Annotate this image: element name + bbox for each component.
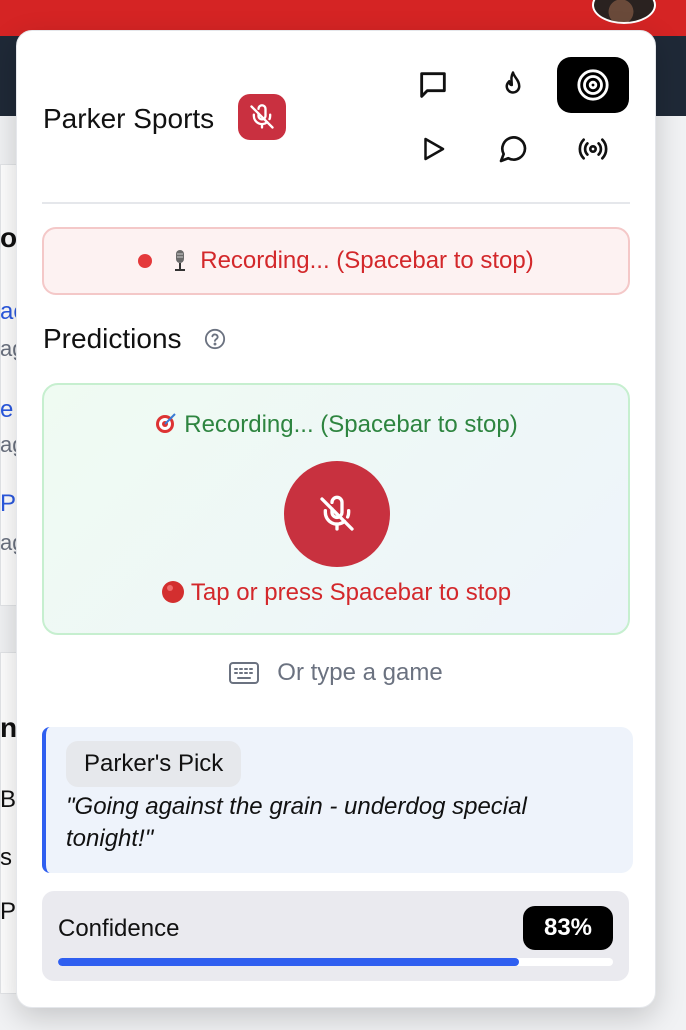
stop-hint-text: Tap or press Spacebar to stop <box>190 579 512 606</box>
broadcast-icon <box>578 138 608 160</box>
pick-quote: "Going against the grain - underdog spec… <box>66 793 527 852</box>
chat-button[interactable] <box>397 57 469 113</box>
confidence-card: Confidence 83% <box>42 891 629 981</box>
background-heading: o <box>0 222 18 253</box>
confidence-label: Confidence <box>58 915 180 942</box>
section-title: Predictions <box>43 323 182 354</box>
keyboard-icon <box>229 662 260 684</box>
header-divider <box>42 202 630 204</box>
dart-target-icon <box>156 413 176 433</box>
pick-card: Parker's Pick "Going against the grain -… <box>42 727 633 873</box>
type-game-button[interactable]: Or type a game <box>17 659 655 687</box>
target-icon <box>577 69 609 101</box>
voice-input-card: Recording... (Spacebar to stop) Tap or p… <box>42 383 630 635</box>
live-button[interactable] <box>557 121 629 177</box>
recording-banner-text: Recording... (Spacebar to stop) <box>200 247 534 274</box>
mic-off-icon <box>320 495 354 531</box>
flame-icon <box>505 71 521 94</box>
microphone-icon <box>175 250 186 271</box>
mic-muted-button[interactable] <box>238 94 286 140</box>
record-button[interactable] <box>284 461 390 567</box>
recording-dot <box>138 254 153 268</box>
stop-hint: Tap or press Spacebar to stop <box>44 579 628 607</box>
confidence-bar <box>58 958 613 966</box>
red-circle-icon <box>161 581 184 603</box>
sports-assistant-popover: Parker Sports Recording... (Spacebar to … <box>16 30 656 1008</box>
background-text: P <box>0 898 17 925</box>
background-link[interactable]: e <box>0 396 13 424</box>
pick-badge: Parker's Pick <box>66 741 242 787</box>
background-text: B <box>0 786 17 813</box>
listen-status: Recording... (Spacebar to stop) <box>44 411 628 439</box>
background-text: s <box>0 844 12 871</box>
predictions-button[interactable] <box>557 57 629 113</box>
confidence-bar-fill <box>58 958 519 966</box>
play-button[interactable] <box>397 121 469 177</box>
recording-banner: Recording... (Spacebar to stop) <box>42 227 630 295</box>
trending-button[interactable] <box>477 57 549 113</box>
messages-button[interactable] <box>477 121 549 177</box>
type-game-label: Or type a game <box>277 659 443 686</box>
brand-title: Parker Sports <box>43 103 215 134</box>
play-icon <box>424 137 445 161</box>
listen-status-text: Recording... (Spacebar to stop) <box>184 411 518 438</box>
help-icon[interactable] <box>204 328 226 350</box>
message-circle-icon <box>499 136 527 163</box>
message-square-icon <box>420 72 446 98</box>
confidence-value: 83% <box>523 906 613 950</box>
background-link[interactable]: P <box>0 490 16 518</box>
mic-off-icon <box>250 104 274 129</box>
